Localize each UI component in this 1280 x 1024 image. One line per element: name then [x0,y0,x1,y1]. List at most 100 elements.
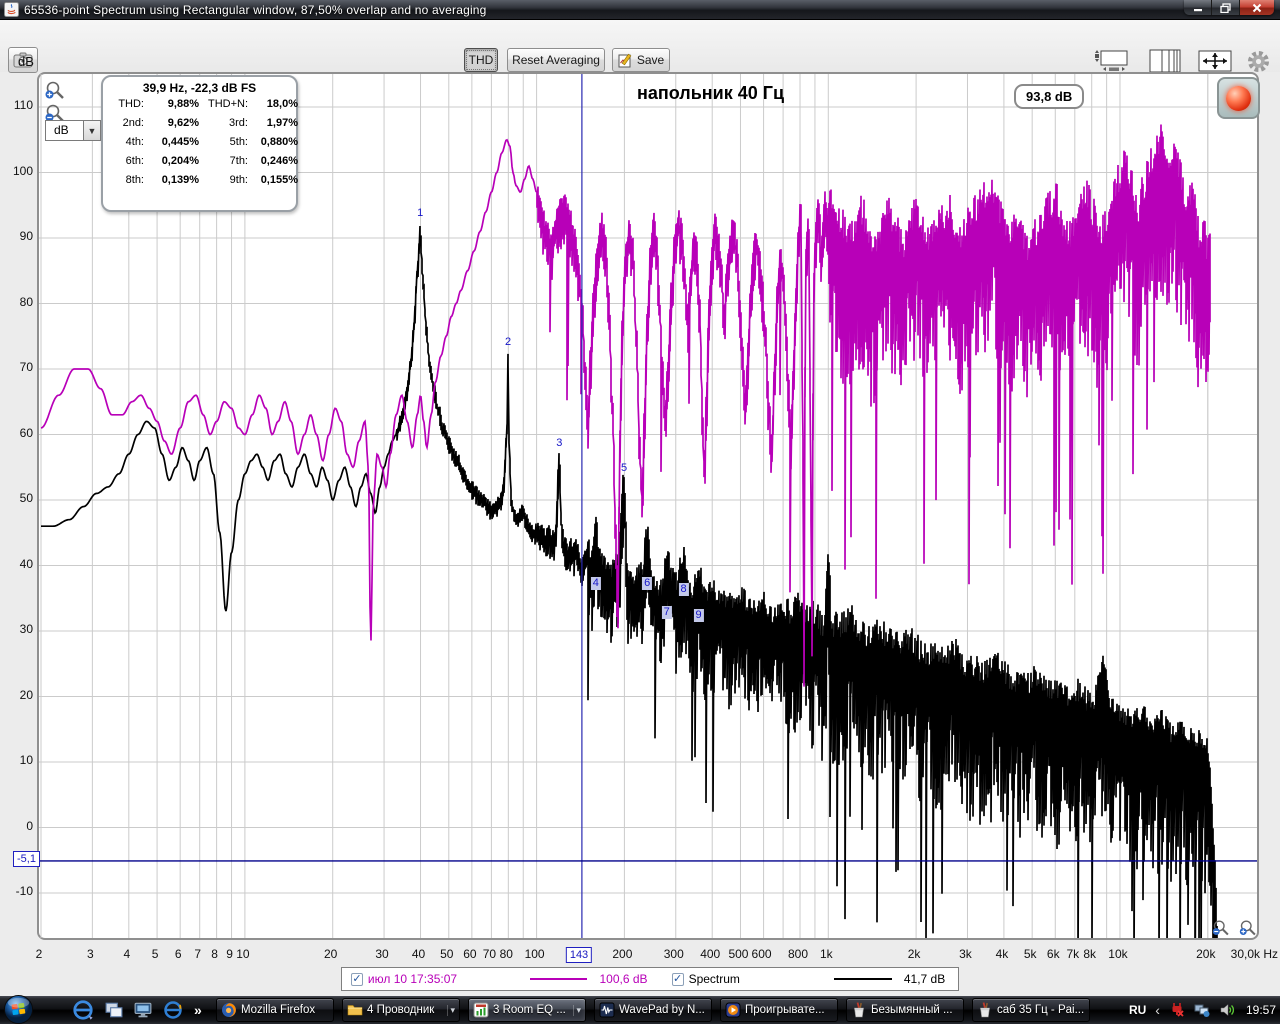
harmonic-marker-7: 7 [661,606,672,620]
fit-axes-tool[interactable] [1197,48,1233,74]
thd-readout-panel: 39,9 Hz, -22,3 dB FS THD: 9,88% THD+N: 18,0… [101,75,298,212]
show-desktop-icon[interactable] [105,1001,123,1019]
save-icon [618,53,632,67]
zoom-out-x-icon[interactable] [1211,919,1233,941]
x-tick-label: 800 [788,947,809,961]
legend-checkbox-1[interactable]: ✓ [351,972,363,986]
spectrum-plot[interactable]: 39,9 Hz, -22,3 dB FS THD: 9,88% THD+N: 18,0… [37,72,1260,941]
network-tray-icon[interactable] [1194,1002,1210,1018]
start-button[interactable] [3,994,34,1024]
frequency-scale-tool[interactable] [1147,48,1183,74]
taskbar-button[interactable]: 4 Проводник ▾ [342,998,460,1022]
y-tick-label: 30 [19,622,33,636]
taskbar-group-dropdown-arrow[interactable]: ▾ [573,1004,581,1016]
thd-row-label: 3rd: [229,117,248,129]
legend-bar: ✓ июл 10 17:35:07 100,6 dB ✓ Spectrum 41… [341,967,959,991]
legend-label-2: Spectrum [688,972,740,986]
x-tick-label: 20 [324,947,338,961]
firefox-icon [221,1002,237,1018]
y-tick-label: 80 [19,294,33,309]
thd-row-value: 0,445% [161,136,199,148]
zoom-in-y-icon[interactable] [44,80,66,102]
x-tick-label: 10 [236,947,250,961]
taskbar-button[interactable]: саб 35 Гц - Pai... [972,998,1090,1022]
zoom-in-x-icon[interactable] [1238,919,1260,941]
taskbar-group-dropdown-arrow[interactable]: ▾ [447,1004,455,1016]
taskbar-button[interactable]: 3 Room EQ ... ▾ [468,998,586,1022]
thd-row-label: 5th: [229,136,248,148]
taskbar-button-label: Mozilla Firefox [241,1004,316,1016]
taskbar-button[interactable]: Проигрывате... [720,998,838,1022]
volume-tray-icon[interactable] [1219,1002,1235,1018]
record-button[interactable] [1217,77,1260,119]
wavepad-icon [599,1002,615,1018]
x-tick-label: 3k [959,947,972,961]
x-tick-label: 30 [375,947,389,961]
x-tick-label: 2 [35,947,43,961]
pan-view-tool[interactable] [1090,48,1134,74]
switch-windows-icon[interactable] [134,1001,152,1019]
app-window: 65536-point Spectrum using Rectangular w… [0,0,1280,1024]
thd-row-value: 9,88% [167,98,199,110]
x-tick-label: 8k [1083,947,1097,961]
x-tick-label: 1k [819,947,833,961]
minimize-button[interactable] [1184,0,1212,15]
harmonic-marker-2: 2 [504,336,512,349]
save-button[interactable]: Save [612,48,670,72]
x-tick-label: 300 [663,947,684,961]
clock[interactable]: 19:57 [1244,1003,1276,1017]
tray-collapse-chevron[interactable]: ‹ [1155,1002,1160,1018]
quick-launch-overflow-chevron[interactable]: » [194,1002,202,1018]
thd-row-value: 1,97% [266,117,298,129]
x-tick-label: 60 [463,947,477,961]
reset-averaging-button[interactable]: Reset Averaging [507,48,605,72]
x-tick-label: 600 [751,947,772,961]
x-tick-label: 70 [482,947,497,961]
title-bar: 65536-point Spectrum using Rectangular w… [0,0,1280,20]
legend-checkbox-2[interactable]: ✓ [671,972,684,986]
y-tick-label: 110 [13,98,33,112]
player-icon [725,1002,741,1018]
taskbar-button-label: Проигрывате... [745,1004,825,1016]
thd-toggle-button[interactable]: THD [464,48,498,72]
y-tick-label: 50 [19,491,33,505]
settings-gear-icon[interactable] [1244,48,1272,74]
restore-button[interactable] [1212,0,1240,15]
y-unit-combobox[interactable]: dB ▼ [45,120,101,141]
thd-row-label: 4th: [125,136,144,148]
close-button[interactable] [1240,0,1274,15]
window-controls [1184,0,1274,15]
quick-launch-bar: » [72,996,202,1024]
taskbar-button[interactable]: WavePad by N... [594,998,712,1022]
x-tick-label: 7 [194,947,202,961]
combobox-dropdown-arrow[interactable]: ▼ [83,121,100,140]
save-button-label: Save [636,53,665,67]
language-indicator[interactable]: RU [1129,1003,1146,1017]
internet-explorer-icon[interactable] [163,1000,183,1020]
thd-values-grid: THD: 9,88% THD+N: 18,0% 2nd: 9,62% 3rd: 1,97% 4t… [111,98,298,186]
legend-line-sample-1 [529,978,588,980]
legend-line-sample-2 [834,978,892,980]
system-tray: RU ‹ 19:57 [1129,996,1276,1024]
taskbar-button[interactable]: Mozilla Firefox [216,998,334,1022]
thd-row-label: 6th: [125,155,144,167]
taskbar-button-label: WavePad by N... [619,1004,705,1016]
folder-icon [347,1002,363,1018]
harmonic-marker-3: 3 [556,436,563,449]
harmonic-marker-5: 5 [621,462,628,475]
paint-icon [977,1002,993,1018]
thd-row-value: 0,139% [161,174,199,186]
taskbar-buttons: Mozilla Firefox 4 Проводник ▾ 3 Room EQ ...… [216,998,1090,1022]
window-title: 65536-point Spectrum using Rectangular w… [24,2,487,17]
x-tick-label: 400 [700,947,721,961]
record-icon [1226,85,1251,111]
x-tick-label: 200 [612,947,633,961]
internet-explorer-launch-icon[interactable] [72,999,94,1021]
thd-row-value: 9,62% [167,117,199,129]
taskbar-button[interactable]: Безымянный ... [846,998,964,1022]
taskbar-button-label: саб 35 Гц - Pai... [997,1004,1085,1016]
thd-row-value: 18,0% [266,98,298,110]
power-device-tray-icon[interactable] [1169,1002,1185,1018]
x-axis-end-label: 30,0k Hz [1230,947,1278,961]
thd-row-label: 7th: [229,155,248,167]
